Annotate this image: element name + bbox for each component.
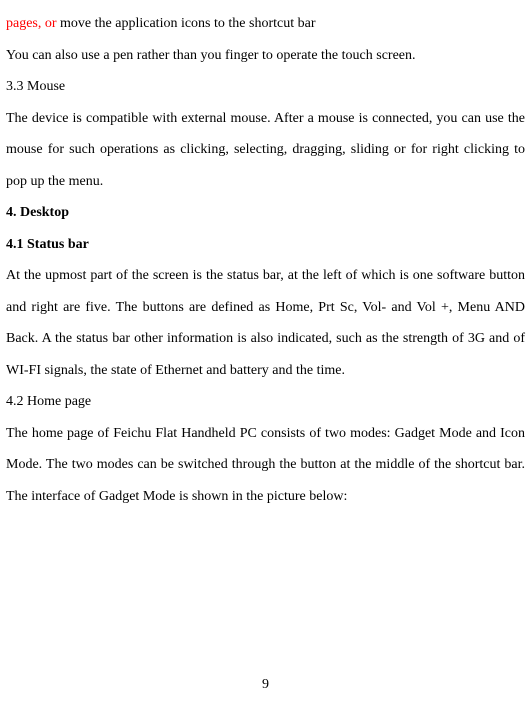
document-page: pages, or move the application icons to … <box>0 0 531 512</box>
paragraph-line2: You can also use a pen rather than you f… <box>6 40 525 72</box>
text-fragment: move the application icons to the shortc… <box>60 16 315 31</box>
paragraph-line1: pages, or move the application icons to … <box>6 8 525 40</box>
heading-4: 4. Desktop <box>6 197 525 229</box>
heading-4-1: 4.1 Status bar <box>6 229 525 261</box>
text-red-fragment: pages, or <box>6 16 60 31</box>
heading-3-3: 3.3 Mouse <box>6 71 525 103</box>
paragraph-4-1: At the upmost part of the screen is the … <box>6 260 525 386</box>
paragraph-3-3: The device is compatible with external m… <box>6 103 525 198</box>
page-number: 9 <box>0 677 531 693</box>
heading-4-2: 4.2 Home page <box>6 386 525 418</box>
paragraph-4-2: The home page of Feichu Flat Handheld PC… <box>6 418 525 513</box>
